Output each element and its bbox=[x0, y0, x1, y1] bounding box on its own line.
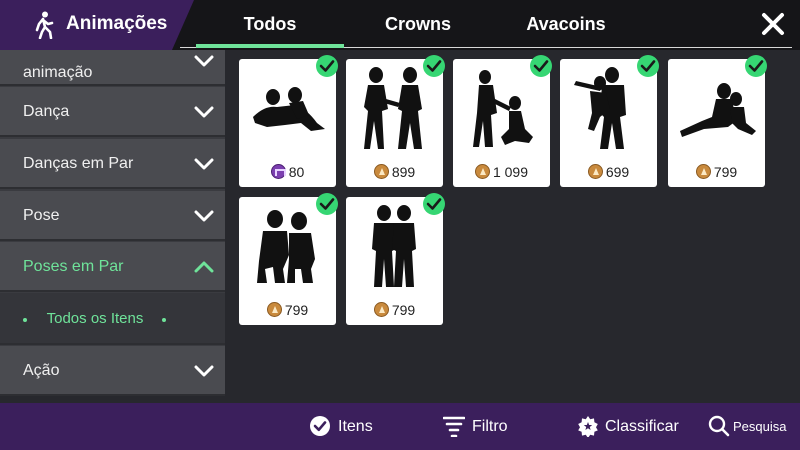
animation-card[interactable]: 799 bbox=[239, 193, 338, 325]
avacoin-currency-icon bbox=[373, 164, 389, 180]
pesquisa-label: Pesquisa bbox=[733, 419, 787, 434]
sidebar-item-danca[interactable]: Dança bbox=[0, 87, 225, 137]
chevron-down-icon bbox=[194, 210, 214, 222]
bottom-toolbar: Itens Filtro Classificar Pesquisa bbox=[0, 403, 800, 450]
sidebar-item-label: Danças em Par bbox=[23, 155, 134, 172]
pesquisa-button[interactable]: Pesquisa bbox=[708, 415, 798, 439]
chevron-down-icon bbox=[194, 55, 214, 67]
owned-check-icon bbox=[637, 55, 659, 77]
price-row: 799 bbox=[668, 163, 765, 180]
owned-check-icon bbox=[316, 193, 338, 215]
chevron-down-icon bbox=[194, 158, 214, 170]
carrying-couple-silhouette-icon bbox=[574, 67, 626, 149]
owned-check-icon bbox=[423, 193, 445, 215]
holding-hands-silhouette-icon bbox=[364, 67, 422, 149]
search-icon bbox=[708, 415, 730, 437]
classificar-button[interactable]: Classificar bbox=[577, 415, 687, 439]
price-row: 699 bbox=[560, 163, 657, 180]
sitting-couple-silhouette-icon bbox=[680, 83, 756, 137]
avacoin-currency-icon bbox=[695, 164, 711, 180]
filtro-button[interactable]: Filtro bbox=[443, 415, 523, 439]
standing-couple-silhouette-icon bbox=[372, 205, 416, 287]
price-label: 799 bbox=[391, 301, 416, 318]
kneeling-couple-silhouette-icon bbox=[473, 70, 533, 147]
owned-check-icon bbox=[423, 55, 445, 77]
price-label: 80 bbox=[288, 163, 305, 180]
filter-lines-icon bbox=[443, 416, 465, 437]
tab-avacoins[interactable]: Avacoins bbox=[492, 14, 640, 35]
avacoin-currency-icon bbox=[266, 302, 282, 318]
chevron-down-icon bbox=[194, 365, 214, 377]
owned-check-icon bbox=[316, 55, 338, 77]
crown-currency-icon bbox=[270, 164, 286, 180]
sidebar-item-label: Pose bbox=[23, 207, 60, 224]
tab-todos[interactable]: Todos bbox=[196, 14, 344, 35]
avacoin-currency-icon bbox=[587, 164, 603, 180]
animation-card[interactable]: 899 bbox=[346, 55, 445, 187]
price-row: 1 099 bbox=[453, 163, 550, 180]
sidebar-item-pose[interactable]: Pose bbox=[0, 191, 225, 241]
sidebar-item-label: Dança bbox=[23, 103, 70, 120]
page-title: Animações bbox=[66, 13, 168, 34]
price-label: 899 bbox=[391, 163, 416, 180]
price-row: 799 bbox=[239, 301, 336, 318]
bullet-dot-icon bbox=[162, 318, 166, 322]
chevron-down-icon bbox=[194, 106, 214, 118]
owned-check-icon bbox=[745, 55, 767, 77]
animation-card[interactable]: 80 bbox=[239, 55, 338, 187]
price-label: 799 bbox=[284, 301, 309, 318]
price-row: 899 bbox=[346, 163, 443, 180]
active-tab-indicator bbox=[196, 44, 344, 48]
reclining-couple-silhouette-icon bbox=[253, 87, 325, 131]
filtro-label: Filtro bbox=[472, 418, 508, 435]
animation-card[interactable]: 799 bbox=[346, 193, 445, 325]
itens-label: Itens bbox=[338, 418, 373, 435]
sidebar-item-poses-em-par[interactable]: Poses em Par bbox=[0, 242, 225, 292]
walking-person-icon bbox=[35, 11, 54, 39]
star-badge-icon bbox=[578, 416, 598, 437]
itens-button[interactable]: Itens bbox=[309, 415, 389, 439]
category-sidebar: animação Dança Danças em Par Pose Poses … bbox=[0, 50, 225, 396]
tab-crowns[interactable]: Crowns bbox=[344, 14, 492, 35]
crouching-couple-silhouette-icon bbox=[257, 210, 315, 283]
sidebar-item-label: Poses em Par bbox=[23, 258, 124, 275]
avacoin-currency-icon bbox=[373, 302, 389, 318]
sidebar-item-acao[interactable]: Ação bbox=[0, 346, 225, 396]
price-row: 80 bbox=[239, 163, 336, 180]
check-circle-icon bbox=[310, 416, 330, 436]
owned-check-icon bbox=[530, 55, 552, 77]
animation-card[interactable]: 699 bbox=[560, 55, 659, 187]
sidebar-item-label: Ação bbox=[23, 362, 60, 379]
top-bar: Animações Todos Crowns Avacoins bbox=[0, 0, 800, 50]
avacoin-currency-icon bbox=[474, 164, 490, 180]
close-icon[interactable] bbox=[760, 10, 786, 38]
price-label: 799 bbox=[713, 163, 738, 180]
classificar-label: Classificar bbox=[605, 418, 679, 435]
sidebar-item-dancas-em-par[interactable]: Danças em Par bbox=[0, 139, 225, 189]
animation-card[interactable]: 1 099 bbox=[453, 55, 552, 187]
animation-card[interactable]: 799 bbox=[668, 55, 767, 187]
chevron-up-icon bbox=[194, 261, 214, 273]
price-label: 1 099 bbox=[492, 163, 529, 180]
sidebar-item-label: animação bbox=[23, 64, 93, 81]
price-label: 699 bbox=[605, 163, 630, 180]
price-row: 799 bbox=[346, 301, 443, 318]
sidebar-subitem-todos-os-itens[interactable]: Todos os Itens bbox=[0, 293, 225, 345]
sidebar-item-animacao[interactable]: animação bbox=[0, 50, 225, 86]
